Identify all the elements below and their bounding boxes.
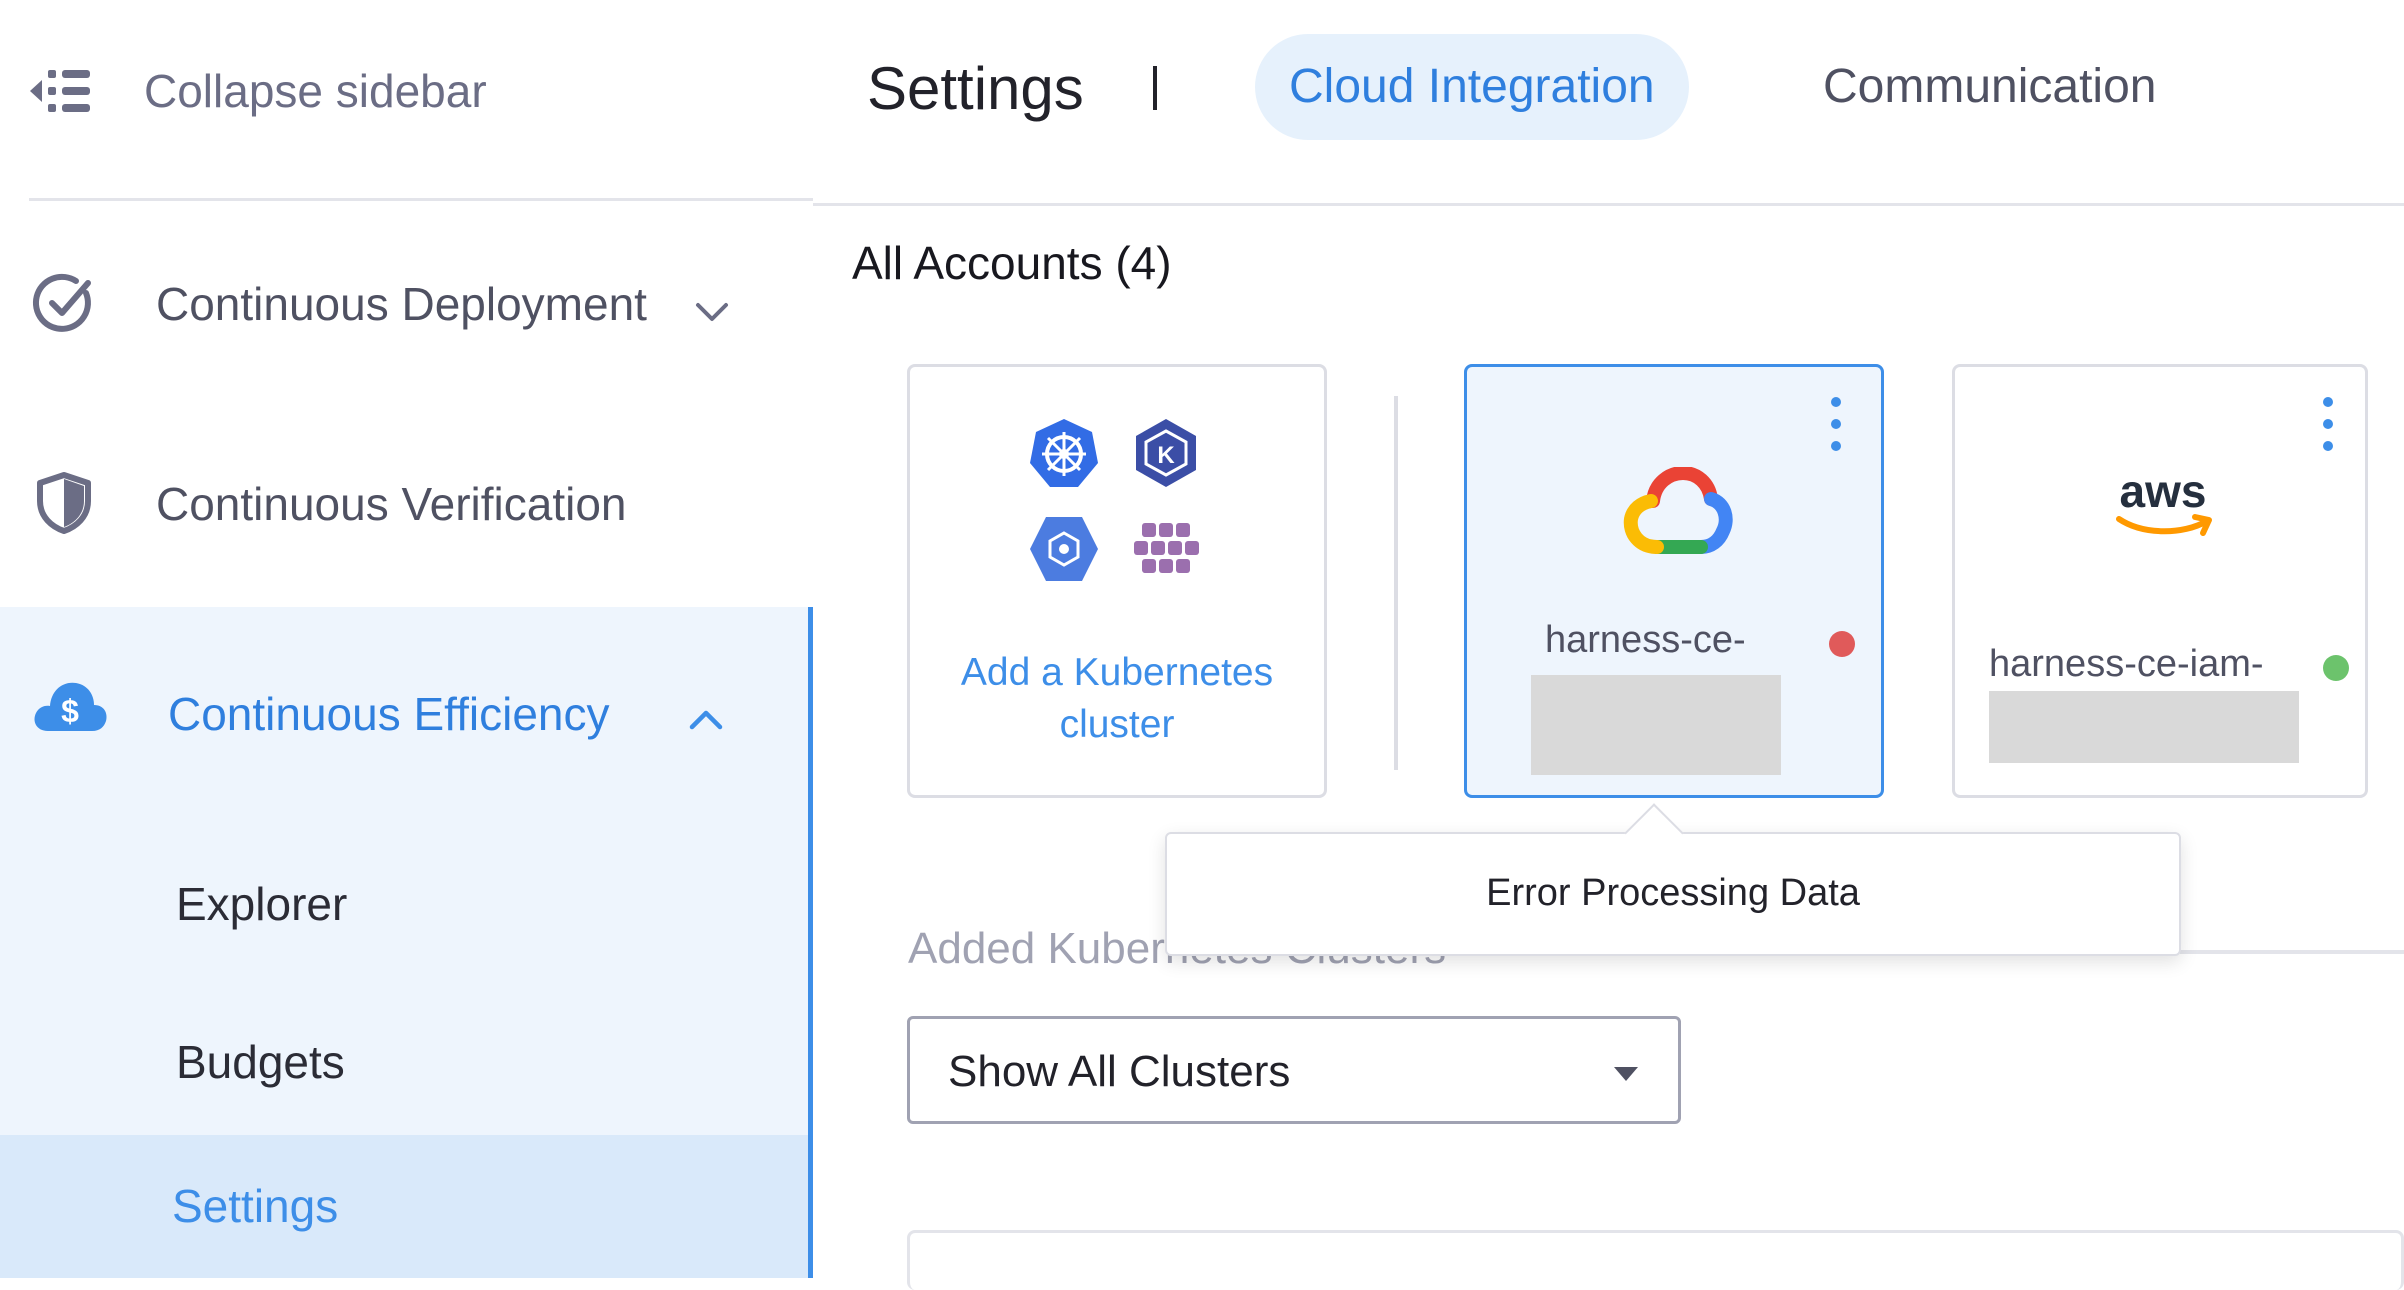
more-options-icon[interactable] — [1829, 397, 1843, 451]
page-title: Settings — [867, 55, 1084, 122]
more-options-icon[interactable] — [2321, 397, 2335, 451]
accounts-title: All Accounts (4) — [852, 237, 1172, 289]
svg-text:aws: aws — [2120, 467, 2207, 517]
status-error-dot — [1829, 631, 1855, 657]
tooltip-arrow — [1624, 803, 1684, 863]
add-kubernetes-cluster-card[interactable]: K Add a Kubernetes cluster — [907, 364, 1327, 798]
sidebar-item-label: Continuous Deployment — [156, 278, 647, 330]
account-name: harness-ce- — [1545, 619, 1746, 661]
chevron-down-icon[interactable] — [694, 301, 730, 325]
cluster-filter-select[interactable]: Show All Clusters — [907, 1016, 1681, 1124]
collapse-sidebar-label: Collapse sidebar — [144, 65, 487, 117]
sidebar-item-label: Continuous Verification — [156, 478, 627, 530]
chevron-up-icon[interactable] — [688, 707, 724, 731]
sidebar-subitem-settings[interactable]: Settings — [0, 1135, 808, 1278]
caret-down-icon — [1614, 1067, 1638, 1081]
sidebar-subitem-budgets[interactable]: Budgets — [0, 985, 808, 1135]
collapse-sidebar-button[interactable]: Collapse sidebar — [0, 0, 813, 198]
redacted-account-id — [1531, 675, 1781, 775]
shield-icon — [37, 472, 91, 534]
cluster-filter-value: Show All Clusters — [948, 1047, 1291, 1096]
sidebar-section-continuous-efficiency: $ Continuous Efficiency Explorer Budgets… — [0, 607, 813, 1278]
sidebar-item-label: Continuous Efficiency — [168, 688, 610, 740]
gcp-icon — [1623, 467, 1733, 554]
check-circle-icon — [32, 273, 91, 332]
add-kubernetes-cluster-label[interactable]: Add a Kubernetes cluster — [910, 647, 1324, 751]
cloud-dollar-icon: $ — [34, 682, 107, 731]
cluster-list-card — [907, 1230, 2404, 1290]
title-separator — [1153, 66, 1157, 110]
sidebar-subitem-label: Budgets — [176, 1036, 345, 1088]
kubernetes-k-icon: K — [1136, 419, 1196, 487]
error-tooltip: Error Processing Data — [1165, 803, 2181, 956]
tooltip-text: Error Processing Data — [1486, 872, 1860, 914]
account-card-gcp[interactable]: harness-ce- — [1464, 364, 1884, 798]
sidebar-item-continuous-verification[interactable]: Continuous Verification — [0, 405, 813, 595]
sidebar-item-continuous-efficiency[interactable]: $ Continuous Efficiency — [0, 607, 813, 827]
section-divider — [2180, 950, 2404, 954]
kubernetes-wheel-icon — [1030, 419, 1098, 487]
kubernetes-icons: K — [1028, 417, 1208, 587]
kubernetes-cubes-icon — [1134, 523, 1199, 573]
svg-text:K: K — [1157, 442, 1175, 469]
cards-divider — [1394, 396, 1398, 770]
page-header: Settings Cloud Integration Communication — [813, 0, 2404, 206]
tab-cloud-integration[interactable]: Cloud Integration — [1255, 34, 1689, 140]
tab-communication[interactable]: Communication — [1789, 34, 2190, 140]
sidebar-subitem-explorer[interactable]: Explorer — [0, 827, 808, 977]
account-card-aws[interactable]: aws harness-ce-iam- — [1952, 364, 2368, 798]
status-ok-dot — [2323, 655, 2349, 681]
sidebar-subitem-label: Explorer — [176, 878, 348, 930]
sidebar: Collapse sidebar Continuous Deployment C… — [0, 0, 813, 1278]
sidebar-item-continuous-deployment[interactable]: Continuous Deployment — [0, 205, 813, 395]
account-name: harness-ce-iam- — [1989, 643, 2264, 685]
redacted-account-id — [1989, 691, 2299, 763]
kubernetes-engine-icon — [1030, 517, 1098, 581]
collapse-sidebar-icon — [30, 70, 90, 112]
aws-icon: aws — [2116, 467, 2212, 536]
sidebar-divider — [29, 198, 813, 201]
sidebar-subitem-label: Settings — [172, 1180, 339, 1232]
svg-text:$: $ — [61, 693, 79, 729]
